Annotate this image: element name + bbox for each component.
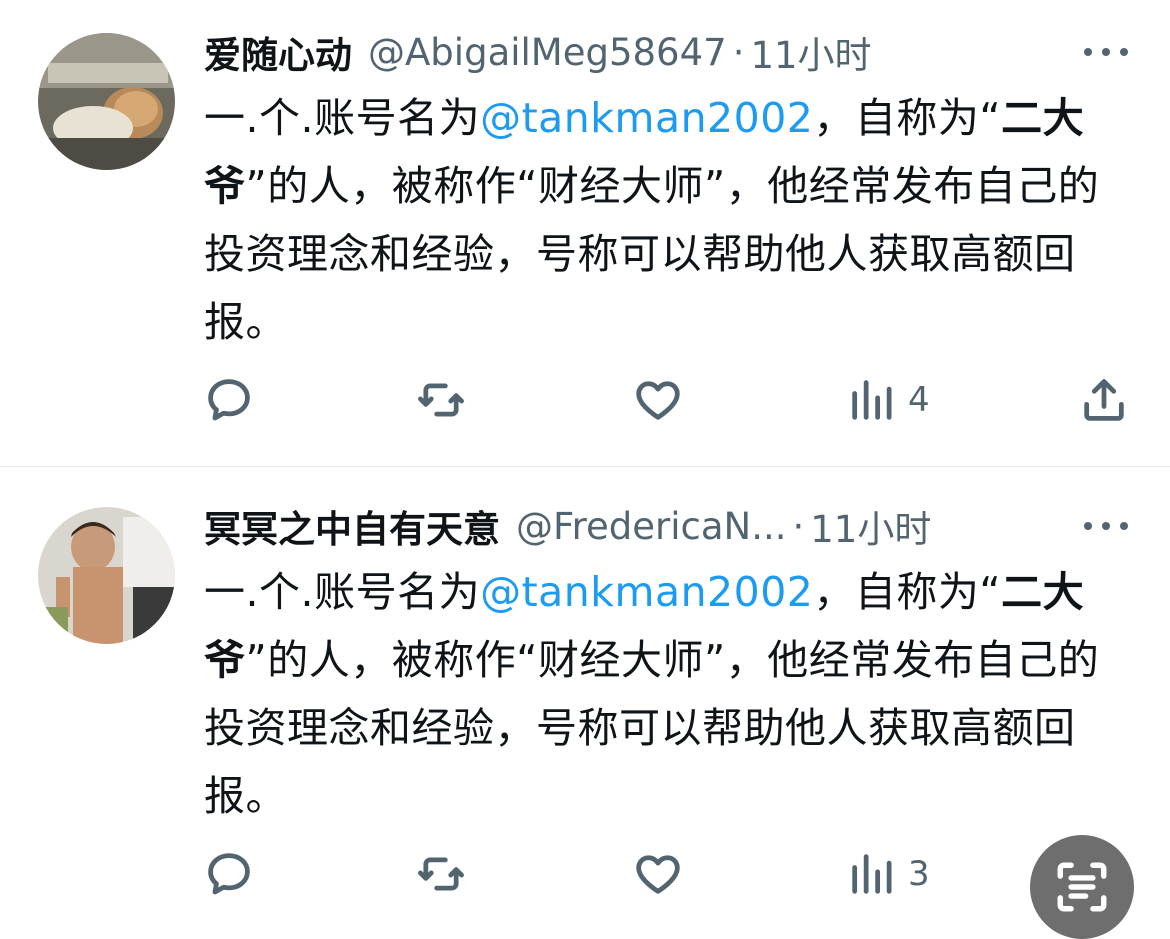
display-name[interactable]: 爱随心动: [204, 25, 352, 79]
tweet-actions: 3: [0, 844, 1170, 904]
timestamp[interactable]: 11小时: [810, 499, 931, 553]
reply-button[interactable]: [203, 844, 255, 904]
avatar-image: [38, 507, 175, 644]
mention-link[interactable]: @tankman2002: [480, 94, 813, 142]
avatar[interactable]: [38, 507, 175, 644]
heart-icon: [636, 381, 680, 420]
tweet-actions: 4: [0, 370, 1170, 430]
avatar-image: [38, 33, 175, 170]
avatar[interactable]: [38, 33, 175, 170]
mention-link[interactable]: @tankman2002: [480, 568, 813, 616]
separator-dot: ·: [792, 504, 805, 548]
timestamp[interactable]: 11小时: [750, 25, 871, 79]
text-scan-icon: [1057, 862, 1107, 912]
retweet-button[interactable]: [415, 370, 467, 430]
tweet-header: 爱随心动 @AbigailMeg58647 · 11小时: [204, 24, 1170, 80]
reply-button[interactable]: [203, 370, 255, 430]
tweet-text-after-mention: ，自称为“: [813, 568, 1002, 616]
views-chart-icon: [852, 854, 892, 894]
share-icon: [1084, 379, 1124, 421]
like-button[interactable]: [632, 370, 684, 430]
text-scan-button[interactable]: [1030, 835, 1134, 939]
views-count: 4: [908, 380, 930, 420]
share-button[interactable]: [1078, 370, 1130, 430]
tweet-header: 冥冥之中自有天意 @FredericaN... · 11小时: [204, 498, 1170, 554]
more-horizontal-icon[interactable]: [1084, 36, 1128, 68]
views-chart-icon: [852, 380, 892, 420]
retweet-icon: [418, 383, 464, 417]
heart-icon: [636, 855, 680, 894]
tweet-text: 一.个.账号名为@tankman2002，自称为“二大爷”的人，被称作“财经大师…: [204, 84, 1124, 356]
reply-icon: [208, 379, 250, 421]
views-count: 3: [908, 854, 930, 894]
tweet-text: 一.个.账号名为@tankman2002，自称为“二大爷”的人，被称作“财经大师…: [204, 558, 1124, 830]
tweet-text-after-mention: ，自称为“: [813, 94, 1002, 142]
retweet-icon: [418, 857, 464, 891]
like-button[interactable]: [632, 844, 684, 904]
display-name[interactable]: 冥冥之中自有天意: [204, 499, 500, 553]
retweet-button[interactable]: [415, 844, 467, 904]
reply-icon: [208, 853, 250, 895]
tweet-card[interactable]: 冥冥之中自有天意 @FredericaN... · 11小时 一.个.账号名为@…: [0, 467, 1170, 916]
views-button[interactable]: 3: [846, 844, 930, 904]
tweet-text-rest: ”的人，被称作“财经大师”，他经常发布自己的投资理念和经验，号称可以帮助他人获取…: [204, 636, 1100, 820]
separator-dot: ·: [732, 30, 745, 74]
more-horizontal-icon[interactable]: [1084, 510, 1128, 542]
tweet-card[interactable]: 爱随心动 @AbigailMeg58647 · 11小时 一.个.账号名为@ta…: [0, 0, 1170, 466]
user-handle[interactable]: @AbigailMeg58647: [368, 31, 727, 74]
user-handle[interactable]: @FredericaN...: [516, 505, 786, 548]
tweet-text-rest: ”的人，被称作“财经大师”，他经常发布自己的投资理念和经验，号称可以帮助他人获取…: [204, 162, 1100, 346]
views-button[interactable]: 4: [846, 370, 930, 430]
tweet-text-prefix: 一.个.账号名为: [204, 568, 481, 616]
tweet-text-prefix: 一.个.账号名为: [204, 94, 481, 142]
